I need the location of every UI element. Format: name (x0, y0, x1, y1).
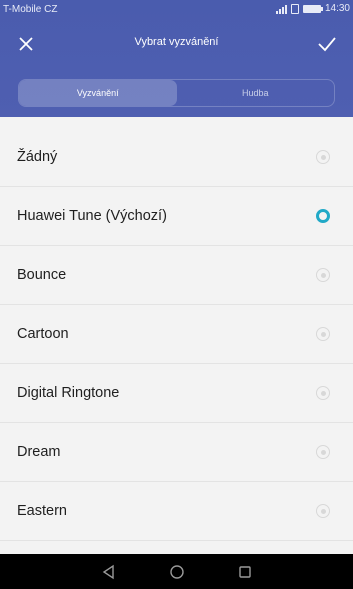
recents-button[interactable] (234, 561, 256, 583)
radio-button-selected[interactable] (316, 209, 330, 223)
sim-icon (290, 3, 299, 14)
toolbar: Vybrat vyzvánění (0, 20, 353, 68)
ringtone-item-digital-ringtone[interactable]: Digital Ringtone (0, 364, 353, 423)
ringtone-picker-screen: T-Mobile CZ 14:30 Vybrat vyzvánění Vyzvá… (0, 0, 353, 589)
home-button[interactable] (166, 561, 188, 583)
ringtone-label: Dream (17, 444, 61, 460)
tab-ringtones[interactable]: Vyzvánění (19, 80, 177, 106)
confirm-button[interactable] (313, 30, 341, 58)
ringtone-item-eastern[interactable]: Eastern (0, 482, 353, 541)
ringtone-item-huawei-tune[interactable]: Huawei Tune (Výchozí) (0, 187, 353, 246)
tab-bar: Vyzvánění Hudba (18, 79, 335, 107)
carrier-name: T-Mobile CZ (3, 4, 58, 15)
signal-icon (275, 4, 287, 14)
ringtone-label: Eastern (17, 503, 67, 519)
recents-icon (238, 565, 251, 578)
tab-music[interactable]: Hudba (177, 80, 335, 106)
ringtone-label: Žádný (17, 149, 58, 165)
ringtone-label: Digital Ringtone (17, 385, 120, 401)
ringtone-label: Bounce (17, 267, 67, 283)
radio-button[interactable] (316, 386, 330, 400)
ringtone-label: Huawei Tune (Výchozí) (17, 208, 167, 224)
ringtone-item-dream[interactable]: Dream (0, 423, 353, 482)
status-time: 14:30 (324, 3, 350, 14)
radio-button[interactable] (316, 150, 330, 164)
ringtone-list: Žádný Huawei Tune (Výchozí) Bounce Carto… (0, 128, 353, 541)
back-icon (102, 564, 114, 579)
status-bar: T-Mobile CZ 14:30 (0, 0, 353, 20)
back-button[interactable] (98, 561, 120, 583)
ringtone-item-bounce[interactable]: Bounce (0, 246, 353, 305)
ringtone-label: Cartoon (17, 326, 69, 342)
check-icon (318, 37, 336, 52)
radio-button[interactable] (316, 327, 330, 341)
navigation-bar (0, 554, 353, 589)
radio-button[interactable] (316, 268, 330, 282)
radio-button[interactable] (316, 504, 330, 518)
header: T-Mobile CZ 14:30 Vybrat vyzvánění Vyzvá… (0, 0, 353, 117)
radio-button[interactable] (316, 445, 330, 459)
home-icon (169, 564, 184, 579)
ringtone-item-none[interactable]: Žádný (0, 128, 353, 187)
battery-icon (302, 4, 323, 13)
ringtone-item-cartoon[interactable]: Cartoon (0, 305, 353, 364)
page-title: Vybrat vyzvánění (134, 36, 219, 48)
status-icons: 14:30 (275, 3, 350, 14)
